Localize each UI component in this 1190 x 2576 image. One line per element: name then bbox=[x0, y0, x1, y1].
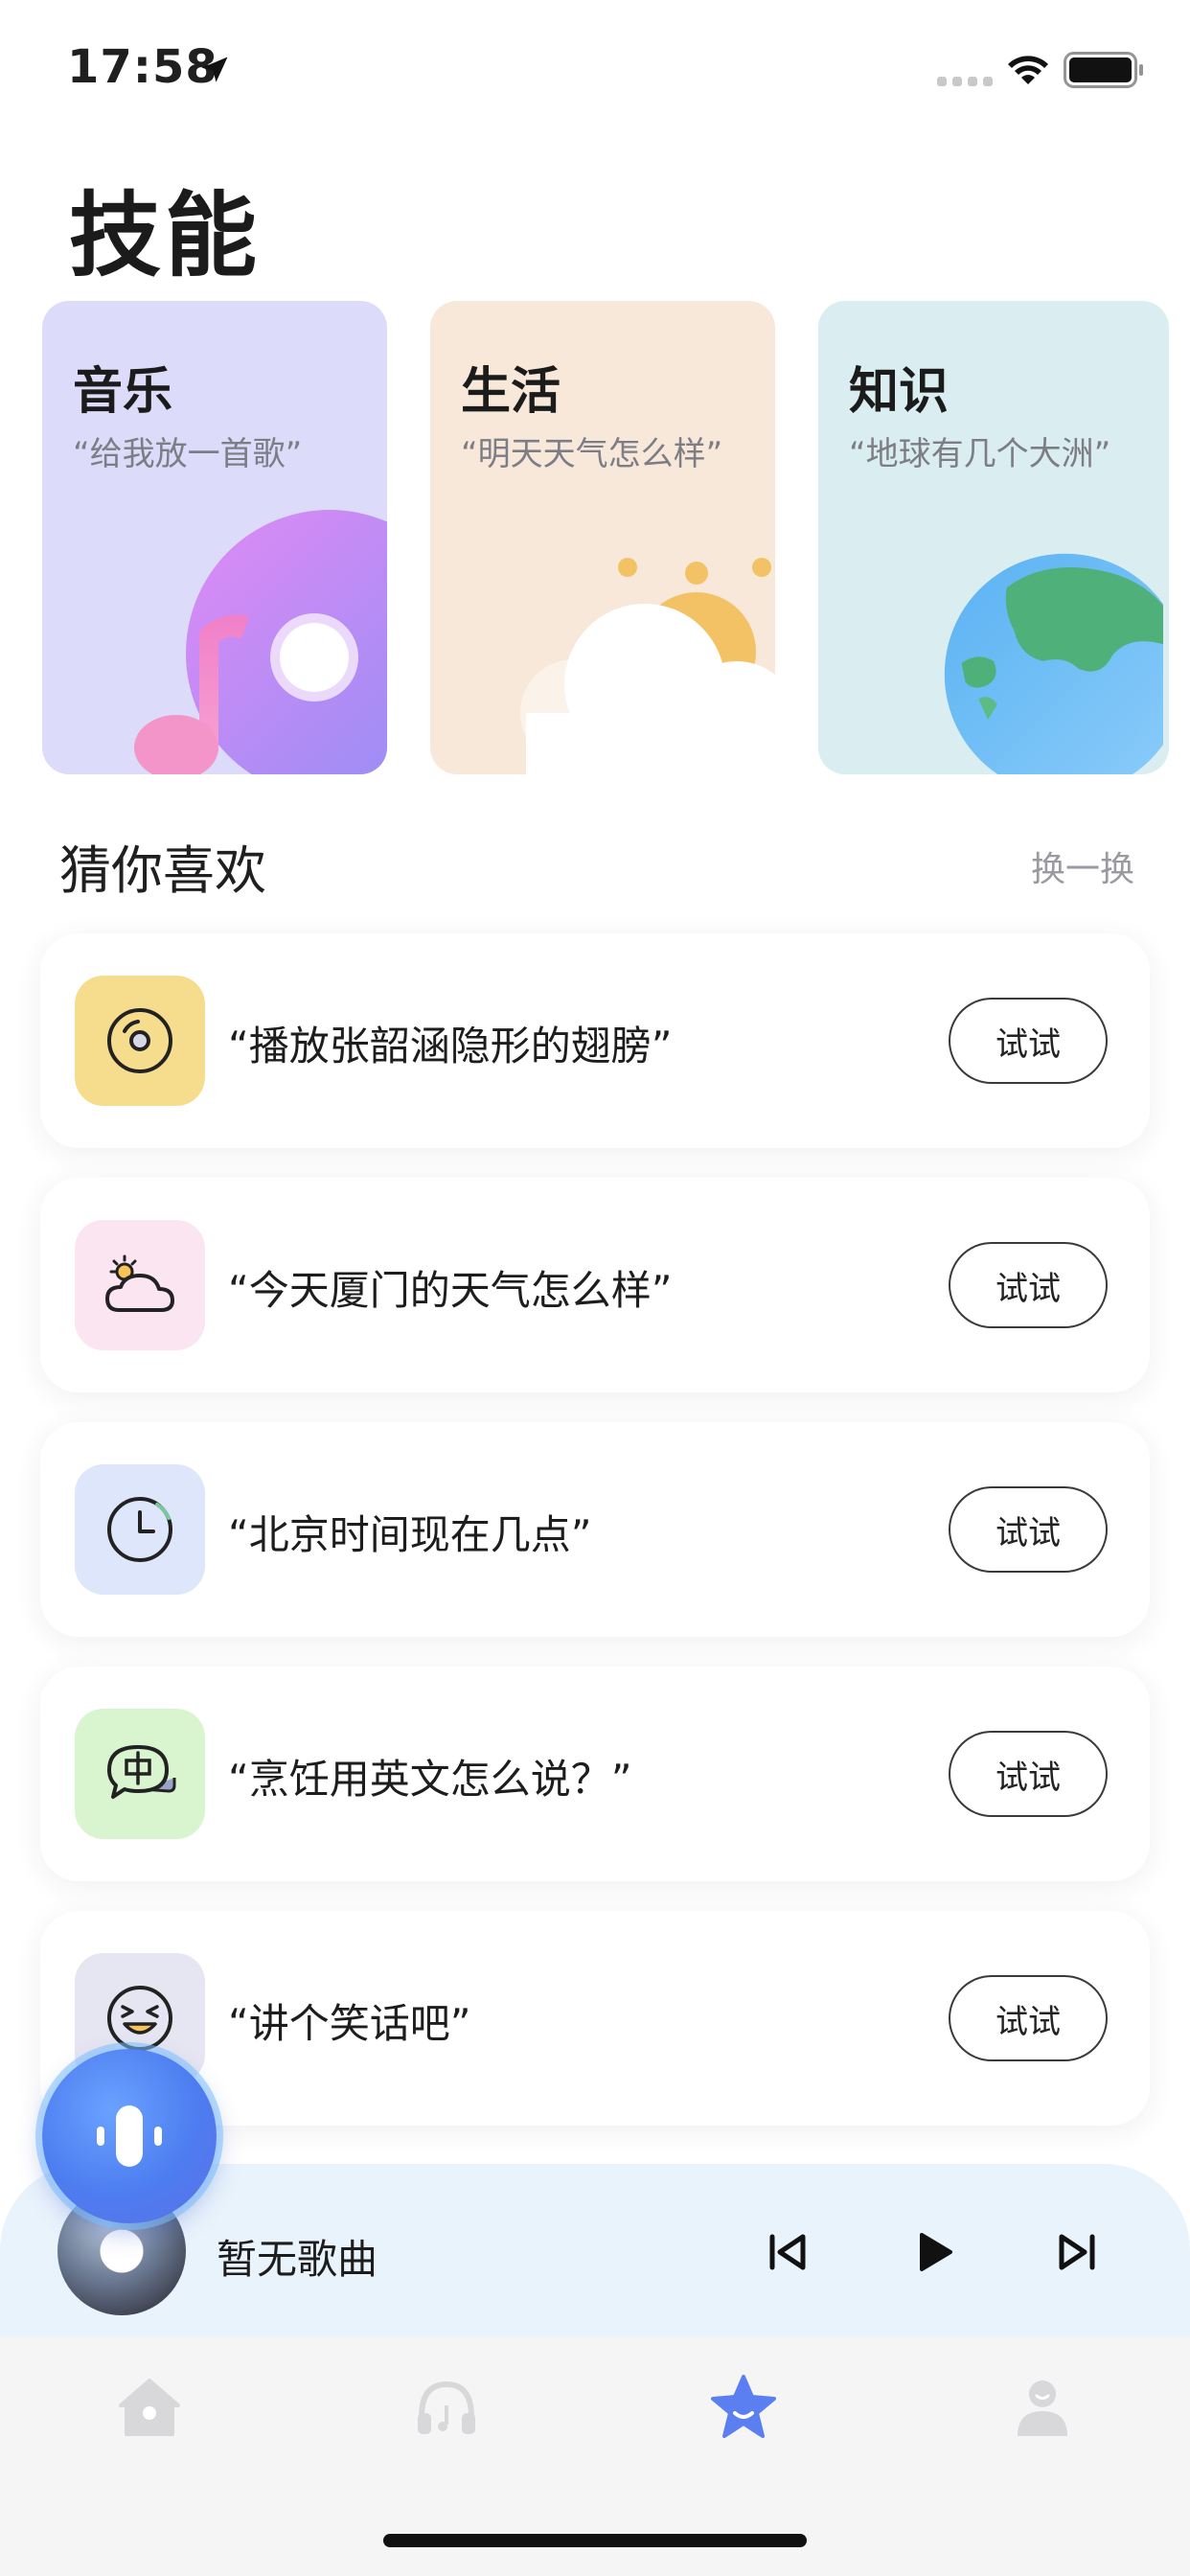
headphones-icon[interactable] bbox=[412, 2373, 481, 2442]
suggestion-text: “北京时间现在几点” bbox=[228, 1511, 592, 1558]
try-button[interactable]: 试试 bbox=[949, 1731, 1108, 1817]
player-song-title: 暂无歌曲 bbox=[217, 2236, 378, 2283]
wifi-icon bbox=[1008, 56, 1048, 84]
location-arrow-icon bbox=[201, 57, 228, 82]
suggestion-text: “播放张韶涵隐形的翅膀” bbox=[228, 1023, 673, 1070]
person-icon[interactable] bbox=[1008, 2373, 1077, 2442]
skill-card-music[interactable]: 音乐 “给我放一首歌” bbox=[42, 301, 387, 774]
status-time: 17:58 bbox=[67, 40, 218, 94]
suggestion-item[interactable]: “播放张韶涵隐形的翅膀” 试试 bbox=[40, 933, 1150, 1148]
home-indicator bbox=[383, 2534, 807, 2547]
suggestion-item[interactable]: “今天厦门的天气怎么样” 试试 bbox=[40, 1178, 1150, 1392]
suggestion-icon-tile bbox=[75, 1220, 205, 1350]
skill-card-title: 知识 bbox=[849, 363, 950, 421]
voice-assistant-button[interactable] bbox=[42, 2049, 217, 2223]
suggestion-icon-tile bbox=[75, 1464, 205, 1595]
suggestion-text: “烹饪用英文怎么说？” bbox=[228, 1756, 632, 1803]
cellular-signal-icon bbox=[937, 77, 993, 86]
status-bar: 17:58 bbox=[0, 0, 1190, 134]
try-button[interactable]: 试试 bbox=[949, 1242, 1108, 1328]
try-button[interactable]: 试试 bbox=[949, 1486, 1108, 1573]
laughing-face-icon bbox=[107, 1986, 172, 2051]
home-icon[interactable] bbox=[115, 2373, 184, 2442]
try-button[interactable]: 试试 bbox=[949, 1975, 1108, 2061]
suggestion-icon-tile bbox=[75, 976, 205, 1106]
weather-cloud-icon bbox=[105, 1254, 174, 1312]
next-track-icon[interactable] bbox=[1048, 2223, 1106, 2281]
skill-card-title: 音乐 bbox=[73, 363, 173, 421]
play-icon[interactable] bbox=[904, 2223, 962, 2281]
suggestion-text: “今天厦门的天气怎么样” bbox=[228, 1267, 673, 1314]
translate-bubble-icon bbox=[107, 1745, 176, 1799]
music-disc-icon bbox=[107, 1008, 172, 1073]
suggestion-text: “讲个笑话吧” bbox=[228, 2000, 471, 2047]
skill-card-example: “明天天气怎么样” bbox=[461, 435, 723, 473]
microphone-icon bbox=[97, 2105, 162, 2167]
skill-card-title: 生活 bbox=[461, 363, 561, 421]
refresh-button[interactable]: 换一换 bbox=[1031, 841, 1134, 891]
suggestion-item[interactable]: “讲个笑话吧” 试试 bbox=[40, 1911, 1150, 2126]
suggestion-item[interactable]: “北京时间现在几点” 试试 bbox=[40, 1422, 1150, 1637]
previous-track-icon[interactable] bbox=[759, 2223, 816, 2281]
skill-card-example: “地球有几个大洲” bbox=[849, 435, 1111, 473]
star-icon[interactable] bbox=[709, 2373, 778, 2442]
try-button[interactable]: 试试 bbox=[949, 998, 1108, 1084]
suggestion-item[interactable]: “烹饪用英文怎么说？” 试试 bbox=[40, 1667, 1150, 1881]
skill-card-knowledge[interactable]: 知识 “地球有几个大洲” bbox=[818, 301, 1169, 774]
skill-card-life[interactable]: 生活 “明天天气怎么样” bbox=[430, 301, 775, 774]
skill-card-example: “给我放一首歌” bbox=[73, 435, 303, 473]
page-title: 技能 bbox=[69, 182, 261, 289]
clock-icon bbox=[107, 1497, 172, 1562]
section-title-guess: 猜你喜欢 bbox=[59, 840, 266, 901]
battery-icon bbox=[1064, 52, 1143, 88]
suggestion-icon-tile bbox=[75, 1709, 205, 1839]
